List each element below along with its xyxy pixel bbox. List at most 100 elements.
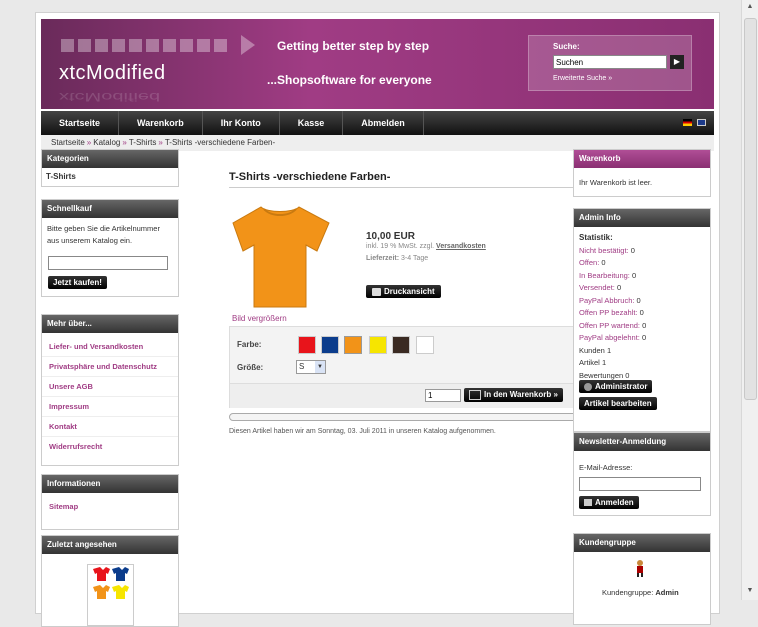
- catalog-date-note: Diesen Artikel haben wir am Sonntag, 03.…: [229, 428, 496, 435]
- admin-info-box: Admin Info Statistik: Nicht bestätigt: 0…: [573, 208, 711, 432]
- customer-group-box: Kundengruppe Kundengruppe: Admin: [573, 533, 711, 625]
- info-box: Informationen Sitemap: [41, 474, 179, 530]
- scroll-down-icon[interactable]: ▼: [745, 586, 755, 596]
- product-price: 10,00 EUR: [366, 231, 415, 242]
- stat-item[interactable]: PayPal abgelehnt: 0: [579, 332, 705, 345]
- link-imprint[interactable]: Impressum: [42, 397, 178, 417]
- product-image[interactable]: [231, 203, 331, 313]
- edit-article-button[interactable]: Artikel bearbeiten: [579, 397, 657, 410]
- stat-item[interactable]: Offen PP bezahlt: 0: [579, 307, 705, 320]
- logo-reflection: xtcModified: [59, 90, 161, 104]
- customer-group-value: Admin: [655, 588, 679, 597]
- stat-item[interactable]: In Bearbeitung: 0: [579, 270, 705, 283]
- subscribe-button[interactable]: Anmelden: [579, 496, 639, 509]
- breadcrumb-startseite[interactable]: Startseite: [51, 138, 85, 147]
- search-label: Suche:: [553, 42, 580, 51]
- category-tshirts[interactable]: T-Shirts: [42, 168, 178, 185]
- recently-viewed-box: Zuletzt angesehen: [41, 535, 179, 627]
- quickbuy-box: Schnellkauf Bitte geben Sie die Artikeln…: [41, 199, 179, 297]
- nav-warenkorb[interactable]: Warenkorb: [119, 111, 203, 135]
- breadcrumb-katalog[interactable]: Katalog: [93, 138, 120, 147]
- english-flag-icon[interactable]: [697, 119, 706, 126]
- scroll-thumb[interactable]: [744, 18, 757, 400]
- search-input[interactable]: [553, 55, 667, 69]
- user-icon: [634, 559, 646, 579]
- nav-konto[interactable]: Ihr Konto: [203, 111, 280, 135]
- color-swatch-white[interactable]: [416, 336, 434, 354]
- admin-info-title: Admin Info: [574, 209, 710, 227]
- color-swatch-yellow[interactable]: [369, 336, 387, 354]
- search-box: Suche: ▶ Erweiterte Suche »: [528, 35, 692, 91]
- main-nav: Startseite Warenkorb Ihr Konto Kasse Abm…: [41, 111, 714, 135]
- stat-item[interactable]: Versendet: 0: [579, 282, 705, 295]
- printer-icon: [372, 287, 381, 296]
- advanced-search-link[interactable]: Erweiterte Suche »: [553, 75, 612, 82]
- nav-startseite[interactable]: Startseite: [41, 111, 120, 135]
- decor-arrow-icon: [241, 35, 255, 55]
- scrollbar[interactable]: ▲ ▼: [741, 0, 758, 600]
- envelope-icon: [584, 499, 592, 507]
- more-about-box: Mehr über... Liefer- und Versandkosten P…: [41, 314, 179, 466]
- link-terms[interactable]: Unsere AGB: [42, 377, 178, 397]
- stat-item[interactable]: PayPal Abbruch: 0: [579, 295, 705, 308]
- color-swatch-blue[interactable]: [321, 336, 339, 354]
- color-swatch-brown[interactable]: [392, 336, 410, 354]
- stat-item: Artikel 1: [579, 358, 607, 367]
- stat-item[interactable]: Offen PP wartend: 0: [579, 320, 705, 333]
- breadcrumb-tshirts[interactable]: T-Shirts: [129, 138, 157, 147]
- scroll-up-icon[interactable]: ▲: [745, 2, 755, 12]
- link-withdrawal[interactable]: Widerrufsrecht: [42, 437, 178, 456]
- quickbuy-title: Schnellkauf: [42, 200, 178, 218]
- statistics-list: Statistik: Nicht bestätigt: 0 Offen: 0 In …: [574, 227, 710, 387]
- page: xtcModified xtcModified Getting better s…: [35, 12, 720, 627]
- nav-abmelden[interactable]: Abmelden: [343, 111, 424, 135]
- link-contact[interactable]: Kontakt: [42, 417, 178, 437]
- logo[interactable]: xtcModified: [59, 62, 166, 85]
- email-label: E-Mail-Adresse:: [579, 463, 633, 472]
- nav-kasse[interactable]: Kasse: [280, 111, 344, 135]
- color-swatch-orange[interactable]: [344, 336, 362, 354]
- administrator-button[interactable]: Administrator: [579, 380, 653, 393]
- quantity-input[interactable]: [425, 389, 461, 402]
- globe-icon: [584, 382, 592, 391]
- german-flag-icon[interactable]: [682, 119, 692, 126]
- decor-squares: [61, 39, 231, 54]
- delivery-time: Lieferzeit: 3-4 Tage: [366, 255, 429, 262]
- tagline-1: Getting better step by step: [277, 39, 430, 53]
- customer-group-label: Kundengruppe: Admin: [602, 588, 679, 597]
- tax-note: inkl. 19 % MwSt. zzgl. Versandkosten: [366, 243, 486, 250]
- buy-now-button[interactable]: Jetzt kaufen!: [48, 276, 107, 289]
- site-header: xtcModified xtcModified Getting better s…: [41, 19, 714, 109]
- cart-empty-text: Ihr Warenkorb ist leer.: [579, 178, 653, 187]
- shipping-costs-link[interactable]: Versandkosten: [436, 243, 486, 250]
- print-view-button[interactable]: Druckansicht: [366, 285, 441, 298]
- add-to-cart-button[interactable]: In den Warenkorb »: [464, 388, 563, 402]
- cart-title: Warenkorb: [574, 150, 710, 168]
- enlarge-image-link[interactable]: Bild vergrößern: [232, 314, 287, 323]
- stat-item[interactable]: Offen: 0: [579, 257, 705, 270]
- divider-bar: [229, 413, 586, 421]
- product-title: T-Shirts -verschiedene Farben-: [229, 171, 391, 183]
- link-shipping-costs[interactable]: Liefer- und Versandkosten: [42, 337, 178, 357]
- cart-icon: [469, 390, 481, 400]
- newsletter-box: Newsletter-Anmeldung E-Mail-Adresse: Anm…: [573, 432, 711, 516]
- link-sitemap[interactable]: Sitemap: [42, 497, 178, 516]
- categories-title: Kategorien: [42, 150, 178, 168]
- quickbuy-text: Bitte geben Sie die Artikelnummer aus un…: [47, 224, 160, 245]
- customer-group-title: Kundengruppe: [574, 534, 710, 552]
- options-panel: Farbe: Größe: S ▼ In den Warenkorb »: [229, 326, 588, 408]
- more-about-title: Mehr über...: [42, 315, 178, 333]
- stat-item[interactable]: Nicht bestätigt: 0: [579, 245, 705, 258]
- statistics-title: Statistik:: [579, 233, 613, 242]
- recently-viewed-title: Zuletzt angesehen: [42, 536, 178, 554]
- categories-box: Kategorien T-Shirts: [41, 149, 179, 187]
- newsletter-email-input[interactable]: [579, 477, 701, 491]
- link-privacy[interactable]: Privatsphäre und Datenschutz: [42, 357, 178, 377]
- title-divider: [229, 187, 586, 188]
- color-swatch-red[interactable]: [298, 336, 316, 354]
- article-number-input[interactable]: [48, 256, 168, 270]
- size-select[interactable]: S ▼: [296, 360, 326, 374]
- recent-product-thumbnail[interactable]: [87, 564, 134, 626]
- search-go-button[interactable]: ▶: [670, 55, 684, 69]
- cart-box: Warenkorb Ihr Warenkorb ist leer.: [573, 149, 711, 197]
